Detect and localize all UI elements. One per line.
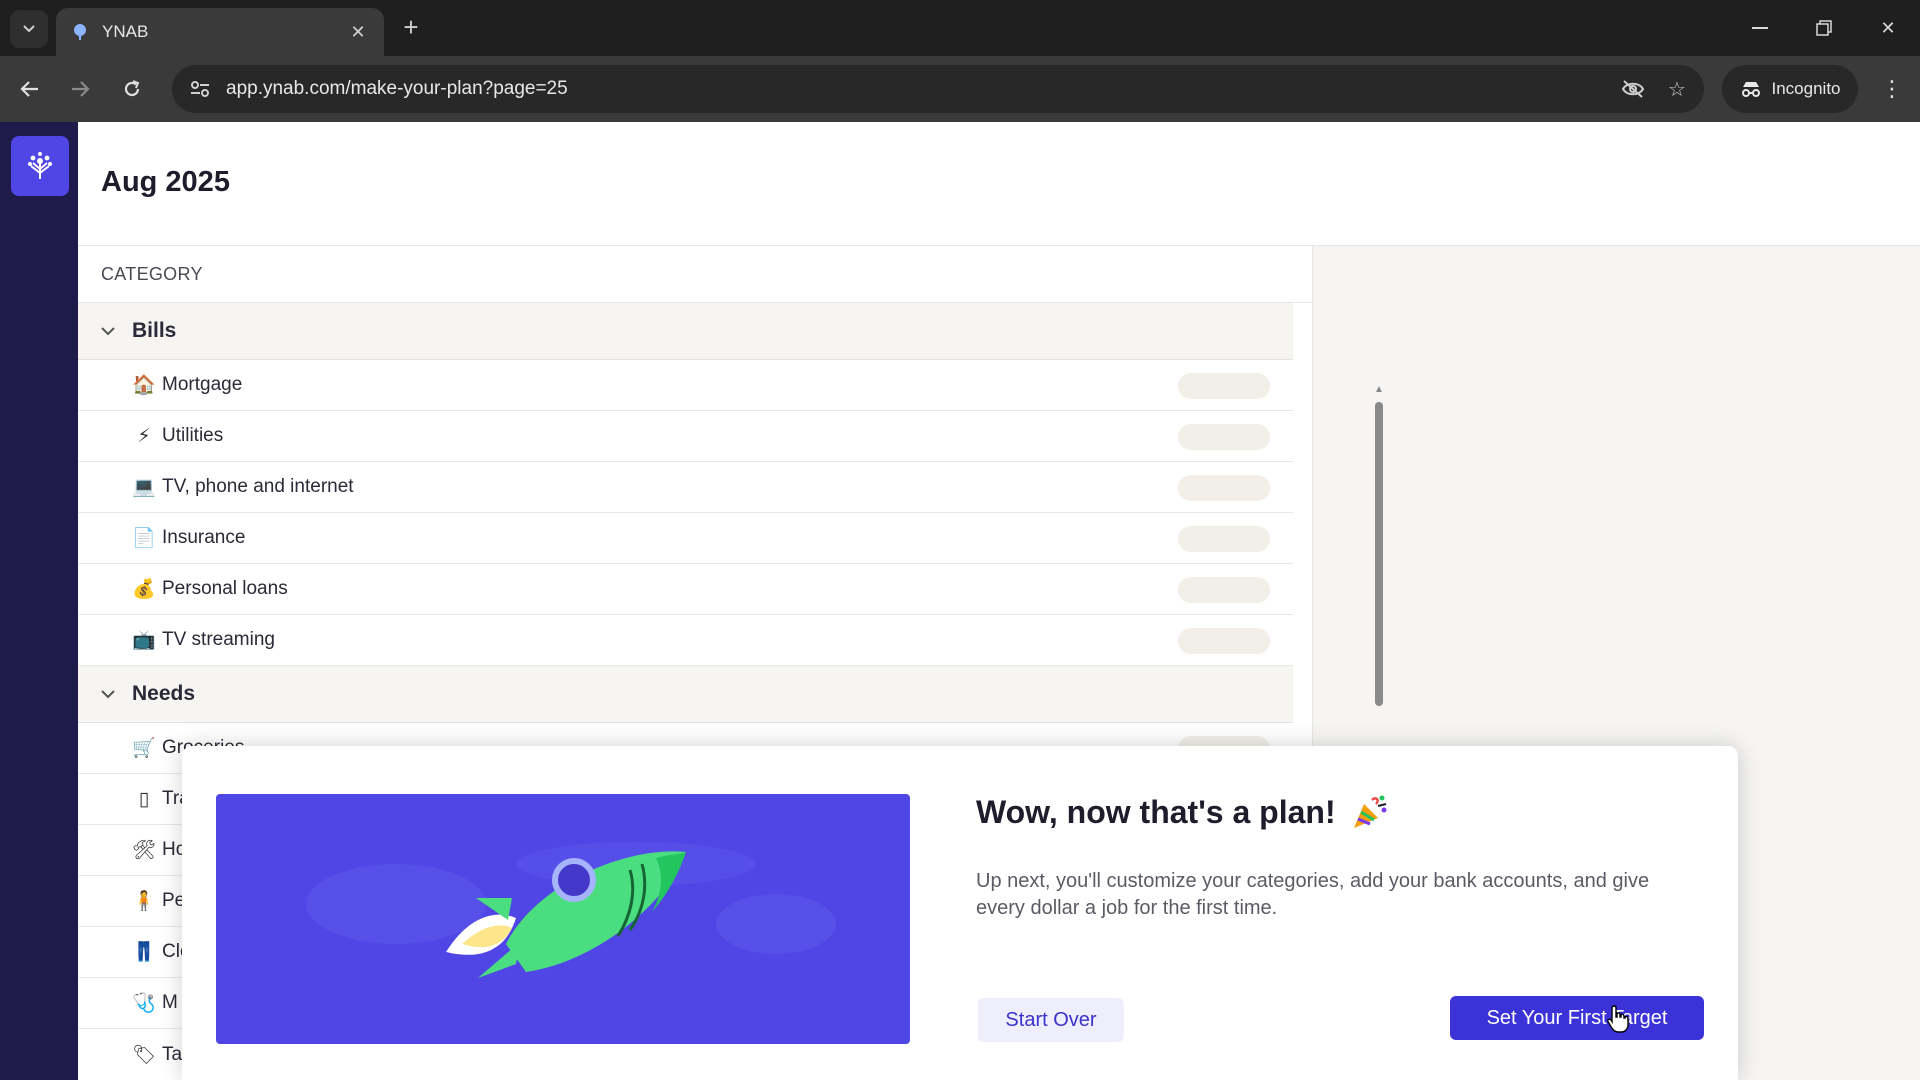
- category-label: M: [162, 992, 178, 1013]
- plus-icon[interactable]: +: [396, 12, 426, 42]
- close-icon[interactable]: ✕: [346, 22, 370, 43]
- dialog-body: Up next, you'll customize your categorie…: [976, 870, 1650, 919]
- dialog-title-text: Wow, now that's a plan!: [976, 793, 1336, 830]
- sidebar: [0, 122, 78, 1080]
- lightning-icon: ⚡: [137, 425, 151, 447]
- category-group-needs[interactable]: Needs: [78, 666, 1293, 723]
- star-icon[interactable]: ☆: [1660, 72, 1694, 106]
- category-label: Utilities: [162, 425, 224, 446]
- incognito-label: Incognito: [1771, 79, 1841, 98]
- back-icon[interactable]: [14, 73, 46, 105]
- tab-dropdown-icon[interactable]: [10, 10, 48, 48]
- set-first-target-button[interactable]: Set Your First Target: [1450, 996, 1704, 1040]
- category-column-header: CATEGORY: [78, 246, 1313, 303]
- loading-placeholder: [1178, 628, 1270, 654]
- loading-placeholder: [1178, 526, 1270, 552]
- month-title[interactable]: Aug 2025: [101, 166, 230, 199]
- window-close-icon[interactable]: ✕: [1868, 8, 1908, 48]
- category-row-utilities[interactable]: ⚡ Utilities: [78, 411, 1293, 462]
- reload-icon[interactable]: [116, 73, 148, 105]
- missing-glyph-icon: ▯: [138, 788, 150, 810]
- loading-placeholder: [1178, 373, 1270, 399]
- loading-placeholder: [1178, 475, 1270, 501]
- incognito-icon: [1740, 80, 1762, 98]
- category-label: Personal loans: [162, 578, 288, 599]
- tab-title: YNAB: [102, 22, 149, 41]
- chevron-down-icon[interactable]: [100, 689, 122, 699]
- person-icon: 🧍: [132, 891, 156, 912]
- category-label: TV, phone and internet: [162, 476, 354, 497]
- group-name: Bills: [132, 319, 177, 342]
- house-icon: 🏠: [132, 375, 156, 396]
- start-over-button[interactable]: Start Over: [978, 998, 1124, 1042]
- tv-icon: 📺: [132, 630, 156, 651]
- category-row-insurance[interactable]: 📄 Insurance: [78, 513, 1293, 564]
- browser-tab-bar: YNAB ✕ + ✕: [0, 0, 1920, 56]
- jeans-icon: 👖: [132, 942, 156, 963]
- category-row-personal-loans[interactable]: 💰 Personal loans: [78, 564, 1293, 615]
- forward-icon[interactable]: [64, 73, 96, 105]
- category-row-tv-streaming[interactable]: 📺 TV streaming: [78, 615, 1293, 666]
- hand-cursor-icon: [1607, 1005, 1629, 1033]
- address-bar[interactable]: app.ynab.com/make-your-plan?page=25 ☆: [172, 65, 1704, 113]
- group-name: Needs: [132, 682, 196, 705]
- category-row-mortgage[interactable]: 🏠 Mortgage: [78, 360, 1293, 411]
- plan-header: Aug 2025: [78, 122, 1920, 246]
- tag-icon: 🏷: [131, 1044, 157, 1066]
- money-bag-icon: 💰: [132, 579, 156, 600]
- minimize-icon[interactable]: [1740, 8, 1780, 48]
- loading-placeholder: [1178, 424, 1270, 450]
- ynab-logo-icon[interactable]: [11, 136, 69, 196]
- site-settings-icon[interactable]: [188, 77, 212, 101]
- url-text: app.ynab.com/make-your-plan?page=25: [226, 78, 568, 99]
- eye-off-icon[interactable]: [1616, 72, 1650, 106]
- category-label: Insurance: [162, 527, 246, 548]
- category-label: Ta: [162, 1043, 183, 1065]
- scroll-thumb[interactable]: [1375, 402, 1383, 706]
- category-group-bills[interactable]: Bills: [78, 303, 1293, 360]
- dialog-title: Wow, now that's a plan!: [976, 792, 1390, 832]
- document-icon: 📄: [132, 528, 156, 549]
- category-row-tv-phone-internet[interactable]: 💻 TV, phone and internet: [78, 462, 1293, 513]
- scroll-up-icon[interactable]: ▲: [1373, 384, 1385, 396]
- chevron-down-icon[interactable]: [100, 326, 122, 336]
- ynab-favicon: [70, 22, 90, 42]
- category-label: Mortgage: [162, 374, 243, 395]
- kebab-menu-icon[interactable]: ⋮: [1876, 73, 1908, 105]
- rocket-illustration: [216, 794, 910, 1044]
- stethoscope-icon: 🩺: [132, 993, 156, 1014]
- restore-icon[interactable]: [1804, 8, 1844, 48]
- laptop-icon: 💻: [132, 477, 156, 498]
- plan-complete-dialog: Wow, now that's a plan! Up next, you'll …: [182, 746, 1738, 1080]
- party-popper-icon: [1350, 792, 1390, 832]
- browser-toolbar: app.ynab.com/make-your-plan?page=25 ☆ In…: [0, 56, 1920, 122]
- incognito-indicator[interactable]: Incognito: [1722, 65, 1858, 113]
- browser-tab[interactable]: YNAB ✕: [56, 8, 384, 56]
- tools-icon: 🛠: [131, 840, 157, 861]
- category-label: TV streaming: [162, 629, 275, 650]
- loading-placeholder: [1178, 577, 1270, 603]
- cart-icon: 🛒: [132, 738, 156, 759]
